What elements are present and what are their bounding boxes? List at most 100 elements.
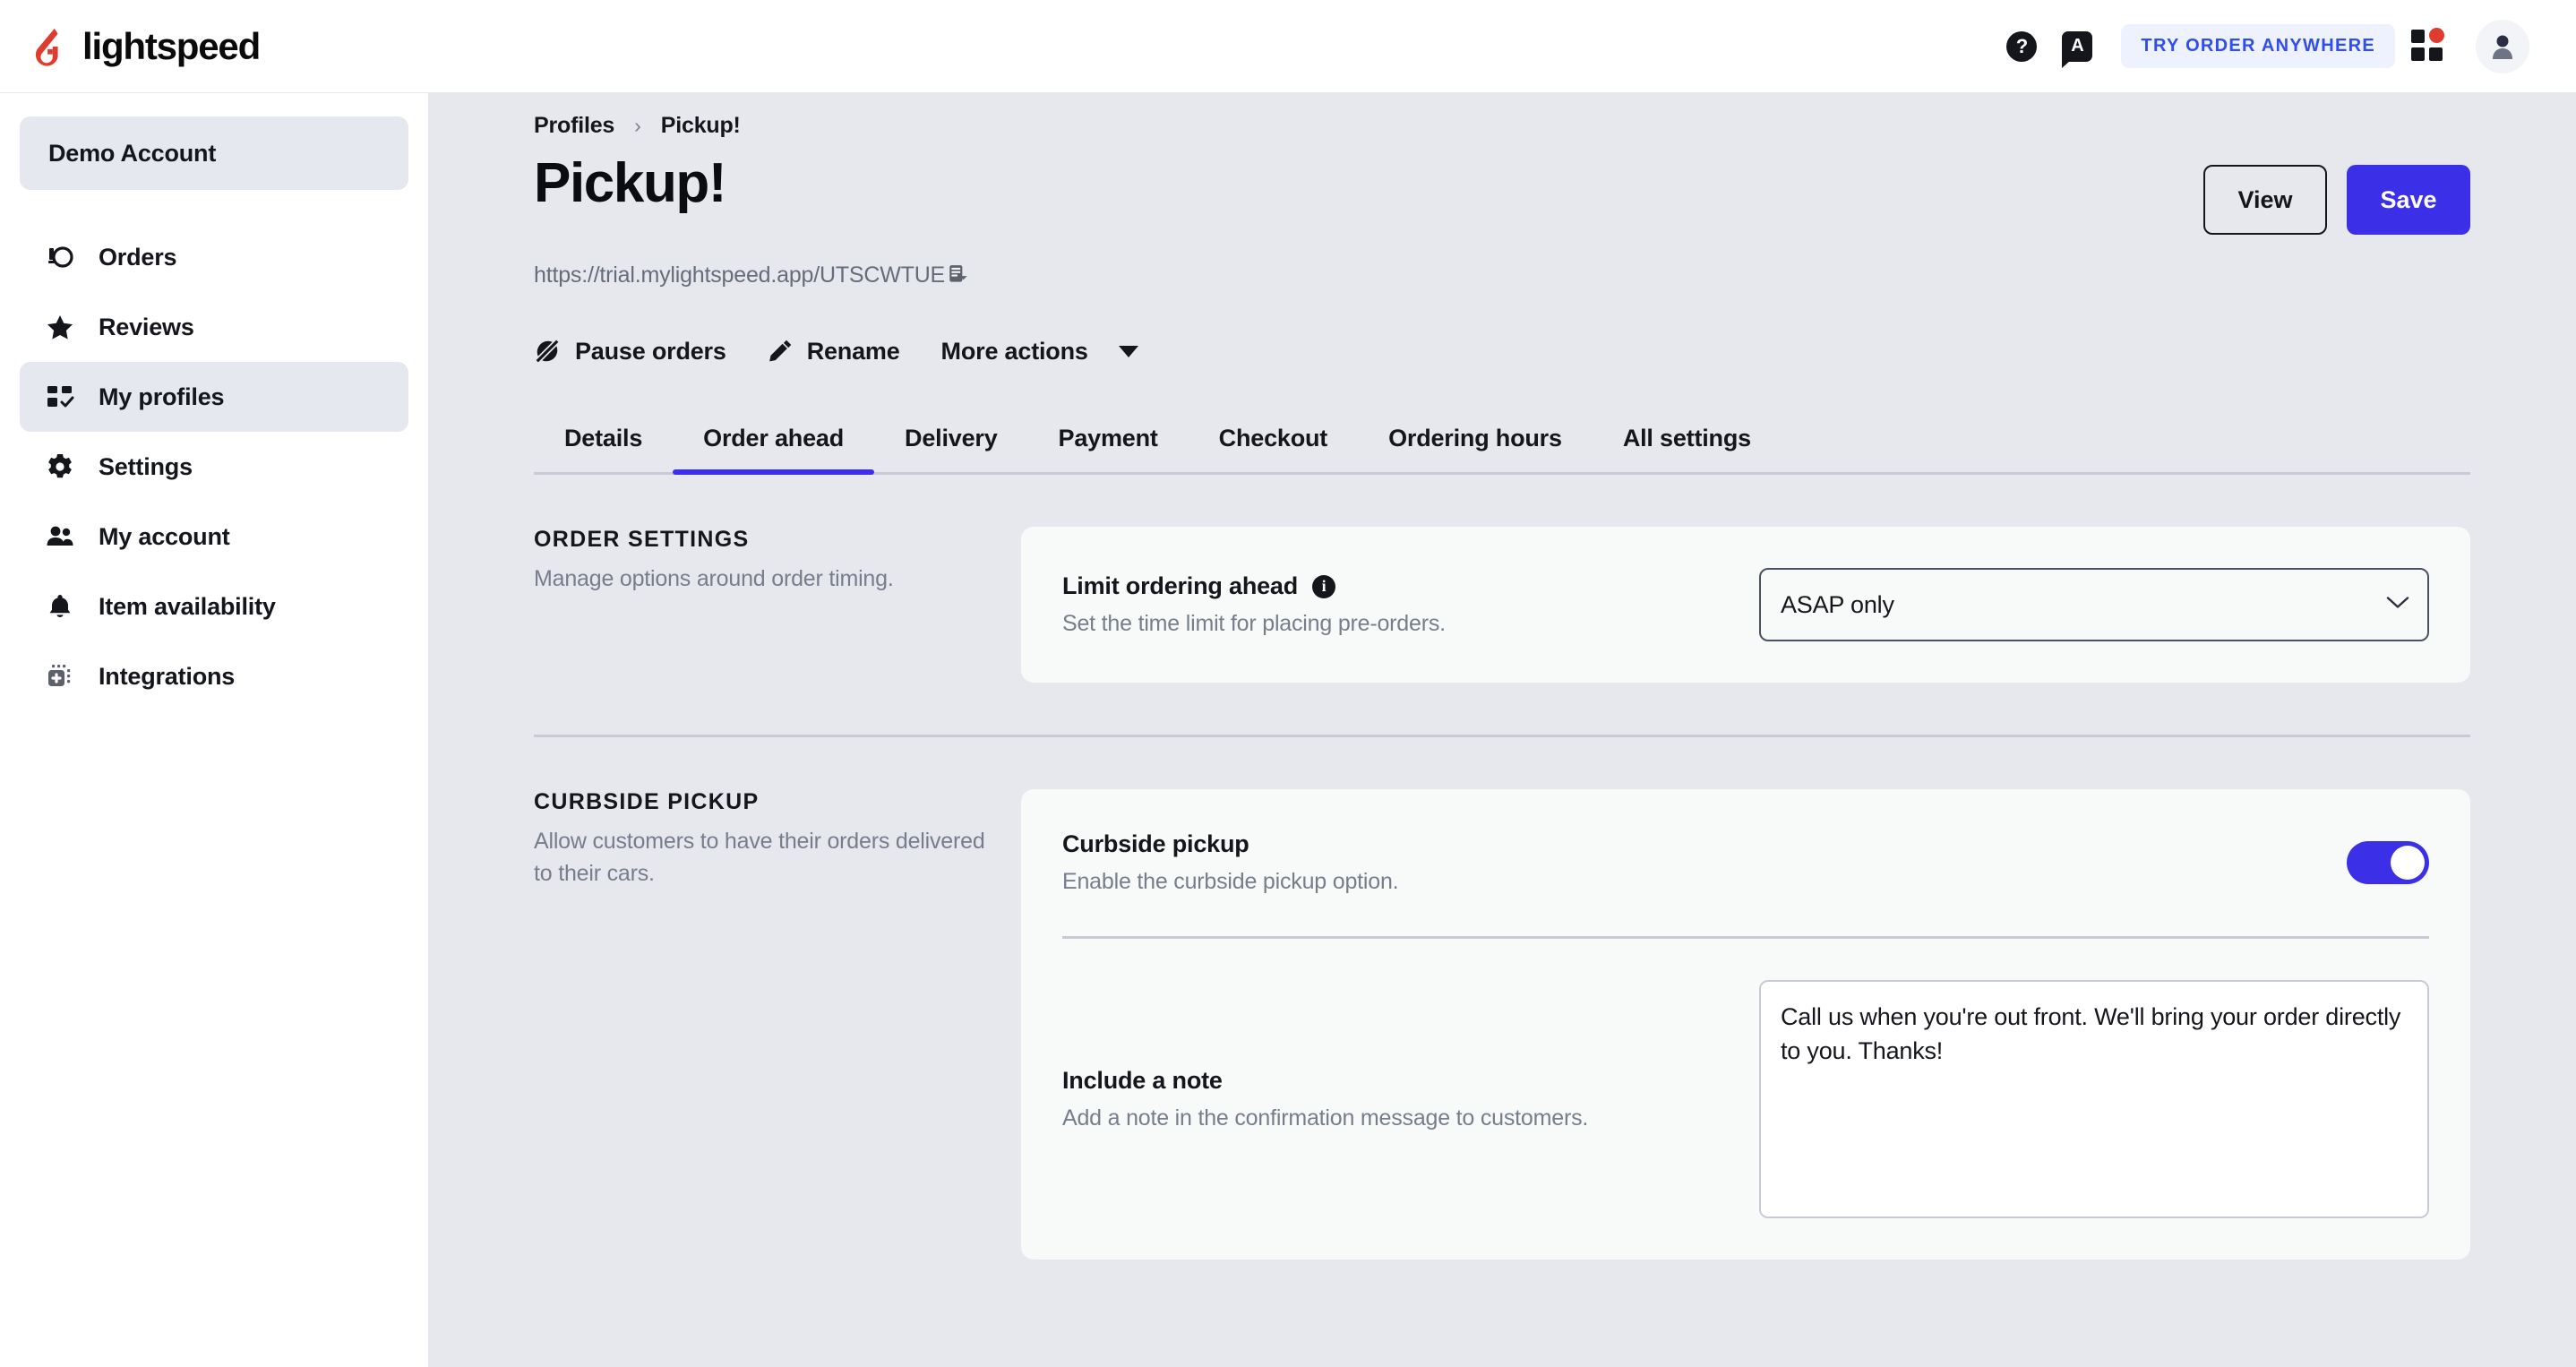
account-name: Demo Account (48, 139, 217, 167)
pause-orders-icon (536, 340, 559, 363)
apps-grid-square-3 (2411, 47, 2425, 61)
rename-button[interactable]: Rename (768, 338, 900, 365)
pause-orders-button[interactable]: Pause orders (534, 338, 726, 365)
toggle-knob (2391, 846, 2425, 880)
gear-icon (45, 451, 75, 482)
chevron-down-icon (1118, 345, 1138, 357)
breadcrumb-profiles-link[interactable]: Profiles (534, 113, 614, 139)
include-note-label-wrap: Include a note (1062, 1067, 1723, 1095)
apps-grid-square-1 (2411, 29, 2425, 43)
account-switcher[interactable]: Demo Account (20, 116, 408, 190)
try-order-anywhere-button[interactable]: TRY ORDER ANYWHERE (2121, 24, 2395, 68)
tab-checkout[interactable]: Checkout (1189, 425, 1358, 472)
sidebar-item-label: Settings (99, 452, 193, 480)
settings-tabs: Details Order ahead Delivery Payment Che… (534, 405, 2470, 475)
breadcrumb: Profiles › Pickup! (534, 93, 2470, 140)
chevron-right-icon: › (634, 113, 641, 137)
tab-order-ahead[interactable]: Order ahead (673, 425, 874, 475)
save-button[interactable]: Save (2347, 165, 2470, 235)
curbside-card: Curbside pickup Enable the curbside pick… (1021, 789, 2470, 1260)
limit-ordering-ahead-select-wrap: ASAP only (1759, 568, 2429, 641)
orders-icon (45, 242, 75, 272)
integrations-plug-icon (45, 661, 75, 692)
top-bar: lightspeed ? A TRY ORDER ANYWHERE (0, 0, 2576, 93)
copy-icon[interactable] (947, 263, 970, 287)
limit-ordering-ahead-select[interactable]: ASAP only (1759, 568, 2429, 641)
curbside-toggle-text: Curbside pickup Enable the curbside pick… (1062, 830, 2347, 895)
sidebar-item-orders[interactable]: Orders (20, 222, 408, 292)
section-divider (534, 735, 2470, 737)
apps-grid-notification-dot (2429, 27, 2444, 43)
breadcrumb-current: Pickup! (660, 112, 741, 138)
rename-label: Rename (806, 337, 900, 365)
page-title: Pickup! (534, 152, 727, 214)
tab-delivery[interactable]: Delivery (874, 425, 1027, 472)
include-note-text: Include a note Add a note in the confirm… (1062, 1067, 1759, 1131)
view-button[interactable]: View (2203, 165, 2327, 235)
sidebar-item-reviews[interactable]: Reviews (20, 292, 408, 362)
limit-ordering-ahead-text: Limit ordering ahead i Set the time limi… (1062, 572, 1759, 637)
limit-ordering-ahead-label-wrap: Limit ordering ahead i (1062, 572, 1723, 600)
tab-details[interactable]: Details (534, 425, 673, 472)
curbside-description: Allow customers to have their orders del… (534, 829, 985, 886)
main-content: Profiles › Pickup! Pickup! View Save htt… (428, 93, 2576, 1367)
announcement-icon: A (2062, 30, 2093, 68)
curbside-pickup-section: CURBSIDE PICKUP Allow customers to have … (534, 789, 2470, 1260)
curbside-toggle-row: Curbside pickup Enable the curbside pick… (1062, 789, 2429, 939)
sidebar-item-label: My profiles (99, 383, 225, 410)
include-note-sub: Add a note in the confirmation message t… (1062, 1105, 1589, 1131)
limit-ordering-ahead-label: Limit ordering ahead (1062, 572, 1299, 599)
include-note-textarea[interactable]: Call us when you're out front. We'll bri… (1759, 980, 2429, 1218)
sidebar-item-label: My account (99, 522, 230, 550)
include-note-label: Include a note (1062, 1067, 1223, 1094)
sidebar-item-label: Orders (99, 243, 177, 271)
info-icon[interactable]: i (1312, 574, 1336, 598)
page-header: Pickup! View Save (534, 154, 2470, 235)
profile-url: https://trial.mylightspeed.app/UTSCWTUE (534, 262, 946, 288)
tab-all-settings[interactable]: All settings (1593, 425, 1782, 472)
sidebar-item-label: Reviews (99, 313, 194, 340)
curbside-toggle-label-wrap: Curbside pickup (1062, 830, 2311, 858)
users-icon (45, 521, 75, 552)
more-actions-button[interactable]: More actions (941, 338, 1138, 365)
sidebar-item-label: Integrations (99, 662, 236, 690)
more-actions-label: More actions (940, 337, 1088, 365)
lightspeed-flame-icon (35, 28, 58, 66)
user-avatar-button[interactable] (2476, 19, 2529, 73)
announcements-button[interactable]: A (2049, 19, 2105, 74)
curbside-toggle-sub: Enable the curbside pickup option. (1062, 869, 1399, 894)
bell-icon (45, 591, 75, 622)
help-icon: ? (2006, 30, 2038, 62)
apps-switcher-icon[interactable] (2409, 26, 2451, 67)
order-settings-heading: ORDER SETTINGS Manage options around ord… (534, 527, 1021, 683)
order-settings-card: Limit ordering ahead i Set the time limi… (1021, 527, 2470, 683)
sidebar-nav: Orders Reviews My profiles Settings My a… (0, 222, 428, 711)
help-button[interactable]: ? (1994, 19, 2049, 74)
curbside-pickup-toggle[interactable] (2347, 841, 2429, 884)
limit-ordering-ahead-sub: Set the time limit for placing pre-order… (1062, 611, 1446, 636)
sidebar: Demo Account Orders Reviews My profiles … (0, 93, 428, 1367)
profile-url-row: https://trial.mylightspeed.app/UTSCWTUE (534, 258, 2470, 292)
pause-orders-label: Pause orders (575, 337, 726, 365)
curbside-kicker: CURBSIDE PICKUP (534, 789, 760, 814)
star-icon (45, 312, 75, 342)
order-settings-section: ORDER SETTINGS Manage options around ord… (534, 527, 2470, 683)
tab-payment[interactable]: Payment (1028, 425, 1189, 472)
page-header-actions: View Save (2203, 154, 2470, 235)
sidebar-item-settings[interactable]: Settings (20, 432, 408, 502)
tab-ordering-hours[interactable]: Ordering hours (1358, 425, 1593, 472)
sidebar-item-integrations[interactable]: Integrations (20, 641, 408, 711)
sidebar-item-my-account[interactable]: My account (20, 502, 408, 572)
profiles-grid-icon (45, 382, 75, 412)
sidebar-item-my-profiles[interactable]: My profiles (20, 362, 408, 432)
lightspeed-logo[interactable]: lightspeed (29, 26, 261, 67)
sidebar-item-label: Item availability (99, 592, 276, 620)
curbside-heading: CURBSIDE PICKUP Allow customers to have … (534, 789, 1021, 1260)
order-settings-description: Manage options around order timing. (534, 566, 894, 591)
order-settings-kicker: ORDER SETTINGS (534, 527, 750, 552)
sidebar-item-item-availability[interactable]: Item availability (20, 572, 408, 641)
pencil-icon (769, 340, 791, 362)
apps-grid-square-4 (2429, 47, 2443, 61)
avatar (2493, 35, 2512, 59)
curbside-toggle-label: Curbside pickup (1062, 830, 1249, 857)
